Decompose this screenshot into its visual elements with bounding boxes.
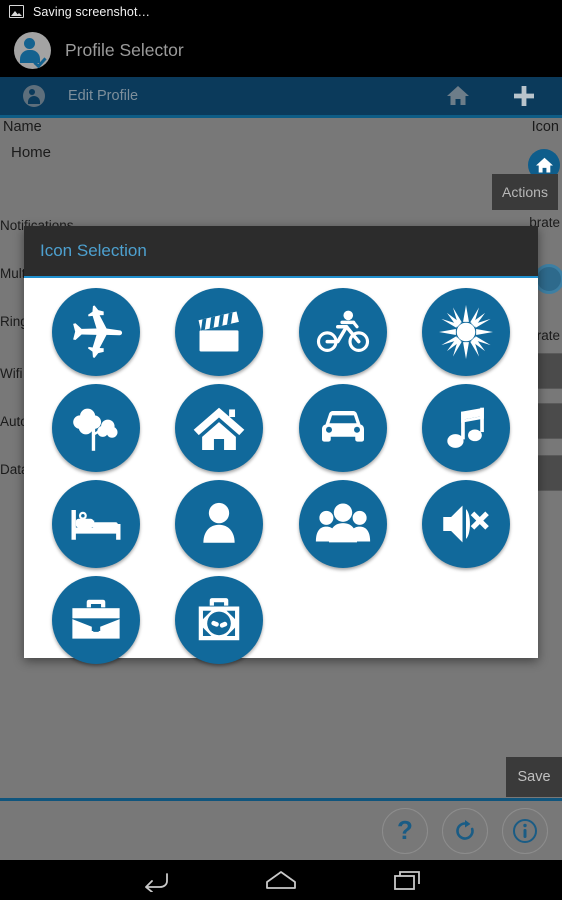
movie-clapperboard-icon: [175, 288, 264, 376]
home-icon: [175, 384, 264, 472]
profile-small-icon[interactable]: [23, 85, 45, 107]
recents-icon: [394, 871, 420, 890]
profile-avatar-icon: [14, 31, 51, 69]
icon-option-airplane[interactable]: [48, 284, 144, 380]
icon-option-movie[interactable]: [171, 284, 267, 380]
icon-option-briefcase[interactable]: [48, 572, 144, 668]
actions-button[interactable]: Actions: [492, 174, 558, 210]
info-icon: [513, 818, 537, 843]
car-icon: [298, 384, 387, 472]
icon-option-home[interactable]: [171, 380, 267, 476]
info-button[interactable]: [502, 807, 548, 854]
back-icon: [145, 873, 168, 892]
icon-option-bed[interactable]: [48, 476, 144, 572]
icon-column-header: Icon: [531, 119, 559, 135]
action-bar-title: Edit Profile: [68, 88, 139, 104]
recents-button[interactable]: [387, 865, 427, 895]
label-wifi: Wifi: [0, 366, 23, 381]
icon-option-person[interactable]: [171, 476, 267, 572]
icon-option-tree[interactable]: [48, 380, 144, 476]
home-icon[interactable]: [444, 82, 472, 110]
icon-option-empty-1: [295, 572, 391, 668]
right-field-3[interactable]: [536, 455, 562, 491]
vibrate-toggle[interactable]: [534, 264, 562, 294]
home-button[interactable]: [261, 865, 301, 895]
action-bar: Edit Profile: [0, 77, 562, 115]
bicycle-icon: [298, 288, 387, 376]
status-bar: Saving screenshot…: [0, 0, 562, 23]
icon-option-music[interactable]: [418, 380, 514, 476]
status-bar-text: Saving screenshot…: [33, 4, 151, 19]
icon-option-group[interactable]: [295, 476, 391, 572]
toolcase-icon: [175, 576, 264, 664]
starburst-icon: [422, 288, 511, 376]
footer-toolbar: ?: [0, 801, 562, 860]
icon-option-car[interactable]: [295, 380, 391, 476]
music-note-icon: [422, 384, 511, 472]
plus-icon[interactable]: [510, 82, 538, 110]
mute-speaker-icon: [422, 480, 511, 568]
dialog-title: Icon Selection: [24, 226, 538, 276]
right-field-1[interactable]: [536, 353, 562, 389]
profile-name-value[interactable]: Home: [11, 144, 51, 161]
icon-option-bicycle[interactable]: [295, 284, 391, 380]
app-title: Profile Selector: [65, 39, 184, 60]
save-button[interactable]: Save: [506, 757, 562, 797]
form-headers: Name Icon: [0, 119, 562, 135]
icon-selection-dialog: Icon Selection: [24, 226, 538, 664]
app-title-bar: Profile Selector: [0, 23, 562, 77]
refresh-button[interactable]: [442, 807, 488, 854]
bed-icon: [51, 480, 140, 568]
tree-icon: [51, 384, 140, 472]
icon-option-empty-2: [418, 572, 514, 668]
right-field-2[interactable]: [536, 403, 562, 439]
icon-grid: [24, 278, 538, 664]
device-screen: Saving screenshot… Profile Selector Edit…: [0, 0, 562, 900]
icon-option-mute[interactable]: [418, 476, 514, 572]
name-column-header: Name: [3, 119, 42, 135]
briefcase-icon: [51, 576, 140, 664]
group-icon: [298, 480, 387, 568]
refresh-icon: [456, 819, 474, 840]
home-outline-icon: [266, 871, 296, 889]
help-button[interactable]: ?: [382, 807, 428, 854]
icon-option-starburst[interactable]: [418, 284, 514, 380]
screenshot-image-icon: [9, 5, 24, 18]
android-nav-bar: [0, 860, 562, 900]
airplane-icon: [51, 288, 140, 376]
icon-option-toolcase[interactable]: [171, 572, 267, 668]
back-button[interactable]: [135, 865, 175, 895]
person-icon: [175, 480, 264, 568]
